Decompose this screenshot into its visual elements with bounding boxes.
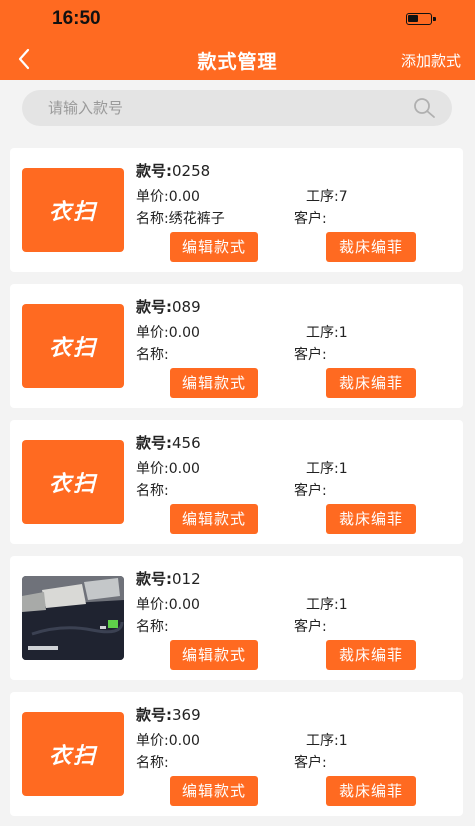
process-count: 工序:1 [306,730,348,750]
style-card[interactable]: 衣扫 款号:369 单价:0.00 工序:1 名称: 客户: 编辑款式 裁床编菲 [10,692,463,816]
edit-style-button[interactable]: 编辑款式 [170,368,258,398]
customer: 客户: [294,752,327,772]
battery-icon [406,13,436,25]
cutting-ticket-button[interactable]: 裁床编菲 [326,368,416,398]
customer: 客户: [294,616,327,636]
style-number-label: 款号: [136,298,172,316]
search-icon[interactable] [412,96,436,120]
style-thumbnail: 衣扫 [22,168,124,252]
style-number-label: 款号: [136,162,172,180]
style-thumbnail: 衣扫 [22,304,124,388]
style-thumbnail: 衣扫 [22,440,124,524]
process-count: 工序:1 [306,594,348,614]
customer-label: 客户: [294,211,327,227]
style-number: 款号:456 [136,432,201,453]
process-label: 工序: [306,733,339,749]
style-name-label: 名称: [136,755,169,771]
edit-style-button[interactable]: 编辑款式 [170,640,258,670]
style-name: 名称: [136,480,169,500]
style-number: 款号:369 [136,704,201,725]
style-thumbnail: 衣扫 [22,712,124,796]
style-name: 名称: [136,344,169,364]
unit-price-label: 单价: [136,597,169,613]
style-number-label: 款号: [136,570,172,588]
process-value: 1 [338,597,348,613]
customer: 客户: [294,208,327,228]
add-style-button[interactable]: 添加款式 [401,50,461,71]
style-name: 名称: [136,752,169,772]
style-number: 款号:089 [136,296,201,317]
status-time: 16:50 [52,8,101,29]
status-bar: 16:50 [0,0,475,40]
style-number: 款号:0258 [136,160,210,181]
style-number-value: 012 [172,570,201,588]
style-number-value: 0258 [172,162,211,180]
unit-price: 单价:0.00 [136,322,200,342]
style-card[interactable]: 衣扫 款号:456 单价:0.00 工序:1 名称: 客户: 编辑款式 裁床编菲 [10,420,463,544]
unit-price-value: 0.00 [168,189,200,205]
style-name-value: 绣花裤子 [168,211,225,227]
process-value: 1 [338,733,348,749]
customer-label: 客户: [294,619,327,635]
cutting-ticket-button[interactable]: 裁床编菲 [326,504,416,534]
unit-price: 单价:0.00 [136,730,200,750]
cutting-ticket-button[interactable]: 裁床编菲 [326,232,416,262]
product-photo [22,576,124,660]
search-input[interactable] [22,90,452,126]
brand-logo: 衣扫 [48,200,97,225]
nav-bar: 款式管理 添加款式 [0,40,475,80]
unit-price: 单价:0.00 [136,594,200,614]
style-name-label: 名称: [136,211,169,227]
customer-label: 客户: [294,347,327,363]
process-count: 工序:7 [306,186,348,206]
style-number-value: 369 [172,706,201,724]
style-number-value: 456 [172,434,201,452]
unit-price-label: 单价: [136,325,169,341]
process-value: 1 [338,461,348,477]
style-thumbnail [22,576,124,660]
process-count: 工序:1 [306,322,348,342]
customer-label: 客户: [294,483,327,499]
unit-price-value: 0.00 [168,325,200,341]
cutting-ticket-button[interactable]: 裁床编菲 [326,776,416,806]
style-name-label: 名称: [136,483,169,499]
process-label: 工序: [306,325,339,341]
process-value: 1 [338,325,348,341]
customer-label: 客户: [294,755,327,771]
edit-style-button[interactable]: 编辑款式 [170,504,258,534]
process-label: 工序: [306,461,339,477]
unit-price-label: 单价: [136,733,169,749]
edit-style-button[interactable]: 编辑款式 [170,776,258,806]
style-name: 名称: [136,616,169,636]
style-card[interactable]: 衣扫 款号:0258 单价:0.00 工序:7 名称:绣花裤子 客户: 编辑款式… [10,148,463,272]
unit-price-value: 0.00 [168,461,200,477]
search-bar [22,90,452,126]
process-value: 7 [338,189,348,205]
process-count: 工序:1 [306,458,348,478]
unit-price: 单价:0.00 [136,458,200,478]
customer: 客户: [294,480,327,500]
unit-price: 单价:0.00 [136,186,200,206]
unit-price-value: 0.00 [168,733,200,749]
style-number-value: 089 [172,298,201,316]
style-number: 款号:012 [136,568,201,589]
customer: 客户: [294,344,327,364]
style-name: 名称:绣花裤子 [136,208,225,228]
unit-price-value: 0.00 [168,597,200,613]
process-label: 工序: [306,597,339,613]
brand-logo: 衣扫 [48,336,97,361]
process-label: 工序: [306,189,339,205]
style-name-label: 名称: [136,347,169,363]
style-card[interactable]: 衣扫 款号:089 单价:0.00 工序:1 名称: 客户: 编辑款式 裁床编菲 [10,284,463,408]
cutting-ticket-button[interactable]: 裁床编菲 [326,640,416,670]
style-number-label: 款号: [136,706,172,724]
unit-price-label: 单价: [136,461,169,477]
style-name-label: 名称: [136,619,169,635]
brand-logo: 衣扫 [48,472,97,497]
brand-logo: 衣扫 [48,744,97,769]
edit-style-button[interactable]: 编辑款式 [170,232,258,262]
style-card[interactable]: 款号:012 单价:0.00 工序:1 名称: 客户: 编辑款式 裁床编菲 [10,556,463,680]
style-number-label: 款号: [136,434,172,452]
unit-price-label: 单价: [136,189,169,205]
